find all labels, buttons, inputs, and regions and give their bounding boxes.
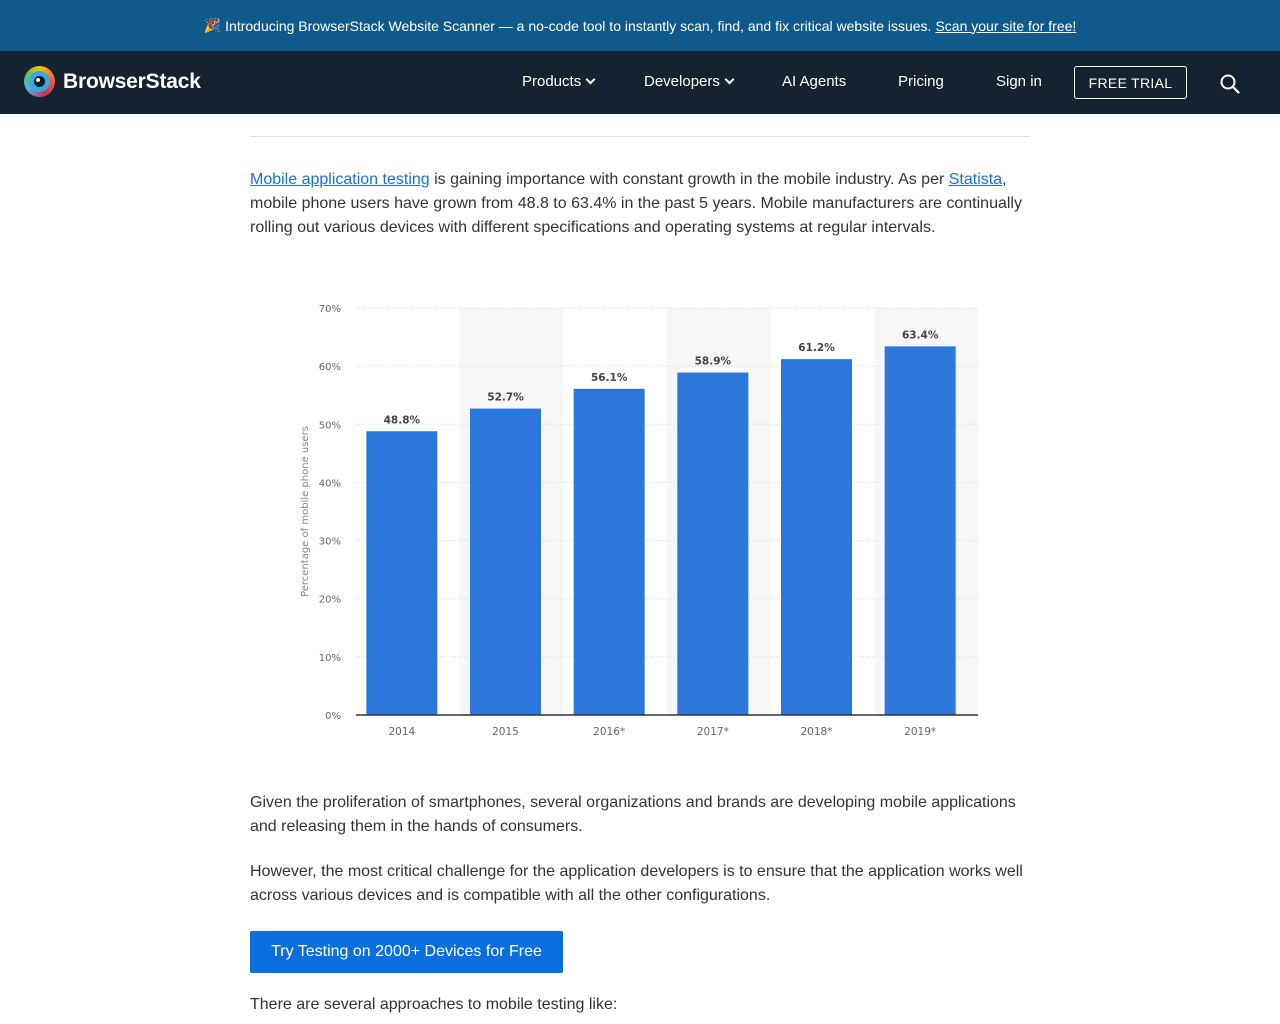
bar-value-label: 48.8% bbox=[384, 414, 421, 426]
nav-products-label: Products bbox=[522, 73, 582, 90]
nav-pricing[interactable]: Pricing bbox=[898, 73, 944, 90]
nav-ai-agents[interactable]: AI Agents bbox=[782, 73, 846, 90]
y-tick-label: 30% bbox=[319, 537, 341, 548]
bar-value-label: 52.7% bbox=[487, 392, 524, 404]
chart-bar bbox=[470, 408, 541, 715]
y-tick-label: 20% bbox=[319, 595, 341, 606]
paragraph-proliferation: Given the proliferation of smartphones, … bbox=[250, 794, 1016, 835]
banner-text: Introducing BrowserStack Website Scanner… bbox=[225, 17, 932, 34]
y-tick-label: 40% bbox=[319, 478, 341, 489]
nav-sign-in[interactable]: Sign in bbox=[996, 73, 1042, 90]
browserstack-logo-icon bbox=[24, 66, 55, 97]
y-tick-label: 60% bbox=[319, 362, 341, 373]
intro-text-1: is gaining importance with constant grow… bbox=[429, 171, 949, 188]
mobile-users-chart: 0% 10% 20% 30% 40% 50% 60% 70% Percentage of mob… bbox=[290, 292, 990, 752]
y-tick-label: 70% bbox=[319, 304, 341, 315]
chevron-down-icon bbox=[585, 74, 596, 85]
chart-bar bbox=[677, 372, 749, 715]
bar-value-label: 63.4% bbox=[902, 329, 939, 341]
nav-developers[interactable]: Developers bbox=[644, 73, 735, 90]
try-testing-button[interactable]: Try Testing on 2000+ Devices for Free bbox=[250, 931, 563, 973]
search-icon[interactable] bbox=[1219, 73, 1241, 95]
x-tick-label: 2018* bbox=[801, 726, 833, 738]
x-tick-label: 2017* bbox=[697, 726, 729, 738]
nav-pricing-label: Pricing bbox=[898, 73, 944, 90]
bar-value-label: 61.2% bbox=[798, 342, 835, 354]
chart-bar bbox=[884, 346, 956, 715]
brand-logo[interactable]: BrowserStack bbox=[24, 66, 201, 97]
x-tick-label: 2014 bbox=[388, 726, 415, 738]
bar-value-label: 58.9% bbox=[695, 356, 732, 368]
nav-products[interactable]: Products bbox=[522, 73, 596, 90]
y-axis-label: Percentage of mobile phone users bbox=[300, 426, 311, 597]
statista-link[interactable]: Statista bbox=[949, 171, 1002, 188]
free-trial-button[interactable]: FREE TRIAL bbox=[1074, 66, 1187, 99]
chart-bar bbox=[573, 388, 645, 715]
top-navigation: BrowserStack Products Developers AI Agen… bbox=[0, 51, 1280, 114]
section-divider bbox=[250, 136, 1030, 137]
y-tick-label: 0% bbox=[325, 711, 341, 722]
x-tick-label: 2016* bbox=[593, 726, 625, 738]
y-tick-label: 10% bbox=[319, 653, 341, 664]
paragraph-approaches: There are several approaches to mobile t… bbox=[250, 996, 618, 1013]
paragraph-challenge: However, the most critical challenge for… bbox=[250, 863, 1023, 904]
x-tick-label: 2015 bbox=[492, 726, 519, 738]
announcement-banner: 🎉 Introducing BrowserStack Website Scann… bbox=[0, 0, 1280, 51]
banner-scan-link[interactable]: Scan your site for free! bbox=[935, 18, 1076, 34]
y-tick-label: 50% bbox=[319, 420, 341, 431]
bar-value-label: 56.1% bbox=[591, 372, 628, 384]
nav-sign-in-label: Sign in bbox=[996, 73, 1042, 90]
intro-paragraph: Mobile application testing is gaining im… bbox=[250, 168, 1040, 240]
bar-chart: 0% 10% 20% 30% 40% 50% 60% 70% Percentage of mob… bbox=[300, 304, 978, 738]
chart-bar bbox=[781, 359, 852, 715]
chart-bar bbox=[366, 431, 438, 715]
nav-developers-label: Developers bbox=[644, 73, 720, 90]
mobile-app-testing-link[interactable]: Mobile application testing bbox=[250, 171, 430, 188]
brand-name: BrowserStack bbox=[63, 69, 201, 93]
party-icon: 🎉 bbox=[203, 17, 222, 33]
nav-ai-agents-label: AI Agents bbox=[782, 73, 847, 90]
x-tick-label: 2019* bbox=[904, 726, 936, 738]
chevron-down-icon bbox=[724, 74, 735, 85]
